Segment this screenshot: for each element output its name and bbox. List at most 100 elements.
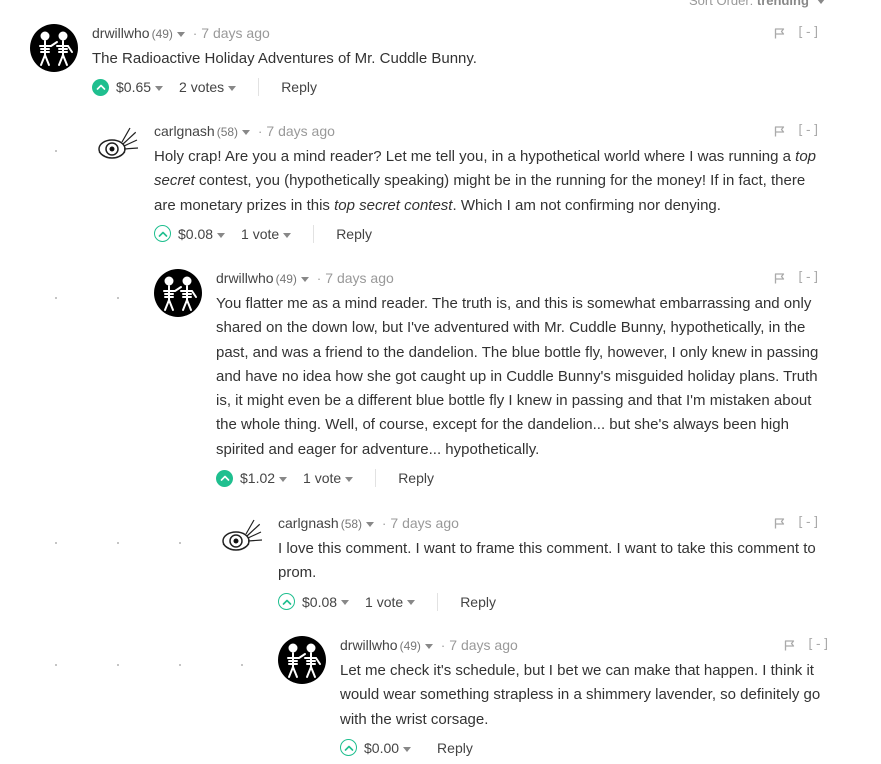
- emphasis-text: top secret contest: [334, 196, 453, 214]
- payout-dropdown[interactable]: $0.08: [302, 593, 350, 610]
- comment-actions: [-]: [774, 23, 820, 43]
- votes-dropdown[interactable]: 1 vote: [303, 470, 354, 486]
- comment-body: carlgnash (58) · 7 days ago [-] Holy crap! Ar…: [154, 121, 820, 248]
- upvote-icon[interactable]: [154, 225, 171, 243]
- chevron-down-icon: [228, 86, 237, 92]
- votes-dropdown[interactable]: 1 vote: [241, 225, 292, 242]
- comment-text: The Radioactive Holiday Adventures of Mr…: [92, 47, 820, 71]
- chevron-down-icon: [345, 476, 354, 482]
- comment-actions: [-]: [774, 513, 820, 533]
- payout-value: $0.08: [178, 225, 214, 242]
- reply-button[interactable]: Reply: [281, 79, 317, 95]
- payout-value: $0.08: [302, 593, 338, 610]
- votes-dropdown[interactable]: 2 votes: [179, 79, 237, 96]
- comment-actions: [-]: [774, 121, 820, 141]
- footer-divider: [437, 592, 439, 611]
- votes-count: 2 votes: [179, 79, 225, 96]
- comment-footer: $0.65 2 votes Reply: [92, 73, 820, 101]
- comment-age[interactable]: 7 days ago: [266, 123, 335, 139]
- chevron-down-icon[interactable]: [242, 130, 251, 136]
- collapse-toggle[interactable]: [-]: [797, 268, 820, 288]
- separator-dot: ·: [192, 26, 198, 41]
- author-reputation: (58): [340, 517, 363, 531]
- comment-body: carlgnash (58) · 7 days ago [-] I love this c…: [278, 513, 820, 616]
- comment-footer: $0.00 Reply: [340, 734, 830, 762]
- flag-icon[interactable]: [774, 272, 785, 284]
- upvote-icon[interactable]: [216, 469, 233, 487]
- eye-sketch-avatar[interactable]: [92, 122, 140, 170]
- comment-text: Let me check it's schedule, but I bet we…: [340, 659, 830, 732]
- reply-button[interactable]: Reply: [460, 594, 496, 610]
- skeleton-dancers-avatar[interactable]: [154, 269, 202, 317]
- votes-dropdown[interactable]: 1 vote: [365, 594, 416, 610]
- comment-text: I love this comment. I want to frame thi…: [278, 537, 820, 586]
- comment-footer: $1.02 1 vote Reply: [216, 464, 820, 492]
- comment-age[interactable]: 7 days ago: [201, 25, 270, 41]
- payout-value: $0.65: [116, 79, 152, 96]
- comment-text: Holy crap! Are you a mind reader? Let me…: [154, 145, 820, 218]
- upvote-icon[interactable]: [92, 78, 109, 96]
- comment-actions: [-]: [784, 635, 830, 655]
- votes-count: 1 vote: [241, 225, 280, 242]
- comment-body: drwillwho (49) · 7 days ago [-] Let me check …: [340, 635, 830, 762]
- comment-text: You flatter me as a mind reader. The tru…: [216, 292, 820, 462]
- reply-button[interactable]: Reply: [437, 740, 473, 756]
- text-segment: Let me check it's schedule, but I bet we…: [340, 662, 821, 728]
- author-link[interactable]: drwillwho: [340, 637, 398, 653]
- flag-icon[interactable]: [784, 639, 795, 651]
- comment-body: drwillwho (49) · 7 days ago [-] You flatter m…: [216, 268, 820, 492]
- sort-order-selector[interactable]: Sort Order: trending: [689, 0, 825, 8]
- footer-divider: [258, 78, 260, 97]
- payout-dropdown[interactable]: $0.00: [364, 739, 412, 756]
- author-link[interactable]: drwillwho: [92, 25, 150, 41]
- author-link[interactable]: carlgnash: [154, 123, 215, 139]
- comment-meta: drwillwho (49) · 7 days ago [-]: [92, 23, 820, 43]
- payout-dropdown[interactable]: $0.65: [116, 79, 164, 96]
- text-segment: You flatter me as a mind reader. The tru…: [216, 295, 819, 458]
- text-segment: Holy crap! Are you a mind reader? Let me…: [154, 148, 796, 165]
- author-link[interactable]: drwillwho: [216, 270, 274, 286]
- chevron-down-icon: [407, 600, 416, 606]
- comment-actions: [-]: [774, 268, 820, 288]
- skeleton-dancers-avatar[interactable]: [278, 636, 326, 684]
- flag-icon[interactable]: [774, 517, 785, 529]
- eye-sketch-avatar[interactable]: [216, 514, 264, 562]
- chevron-down-icon: [341, 600, 350, 606]
- author-reputation: (49): [399, 639, 421, 653]
- comment-age[interactable]: 7 days ago: [390, 515, 459, 531]
- comment-meta: drwillwho (49) · 7 days ago [-]: [216, 268, 820, 288]
- flag-icon[interactable]: [774, 125, 785, 137]
- chevron-down-icon[interactable]: [424, 644, 433, 650]
- upvote-icon[interactable]: [340, 739, 357, 757]
- collapse-toggle[interactable]: [-]: [797, 23, 820, 43]
- comment-meta: drwillwho (49) · 7 days ago [-]: [340, 635, 830, 655]
- text-segment: The Radioactive Holiday Adventures of Mr…: [92, 50, 477, 67]
- collapse-toggle[interactable]: [-]: [797, 121, 820, 141]
- collapse-toggle[interactable]: [-]: [807, 635, 830, 655]
- reply-button[interactable]: Reply: [336, 226, 372, 242]
- comment-footer: $0.08 1 vote Reply: [154, 220, 820, 248]
- text-segment: . Which I am not confirming nor denying.: [452, 196, 721, 214]
- chevron-down-icon: [403, 746, 412, 752]
- collapse-toggle[interactable]: [-]: [797, 513, 820, 533]
- upvote-icon[interactable]: [278, 593, 295, 611]
- comment-age[interactable]: 7 days ago: [325, 270, 394, 286]
- reply-button[interactable]: Reply: [398, 470, 434, 486]
- footer-divider: [375, 469, 377, 488]
- separator-dot: ·: [316, 271, 322, 286]
- separator-dot: ·: [258, 124, 263, 139]
- flag-icon[interactable]: [774, 27, 785, 39]
- payout-value: $0.00: [364, 739, 400, 756]
- payout-dropdown[interactable]: $0.08: [178, 225, 226, 242]
- chevron-down-icon[interactable]: [300, 277, 309, 283]
- comment-footer: $0.08 1 vote Reply: [278, 588, 820, 616]
- comment-meta: carlgnash (58) · 7 days ago [-]: [154, 121, 820, 141]
- author-link[interactable]: carlgnash: [278, 515, 339, 531]
- skeleton-dancers-avatar[interactable]: [30, 24, 78, 72]
- chevron-down-icon[interactable]: [176, 32, 185, 38]
- comment-age[interactable]: 7 days ago: [449, 637, 518, 653]
- comment-body: drwillwho (49) · 7 days ago [-] The Radioacti…: [92, 23, 820, 101]
- author-reputation: (49): [151, 27, 173, 41]
- chevron-down-icon[interactable]: [366, 522, 375, 528]
- payout-dropdown[interactable]: $1.02: [240, 470, 288, 486]
